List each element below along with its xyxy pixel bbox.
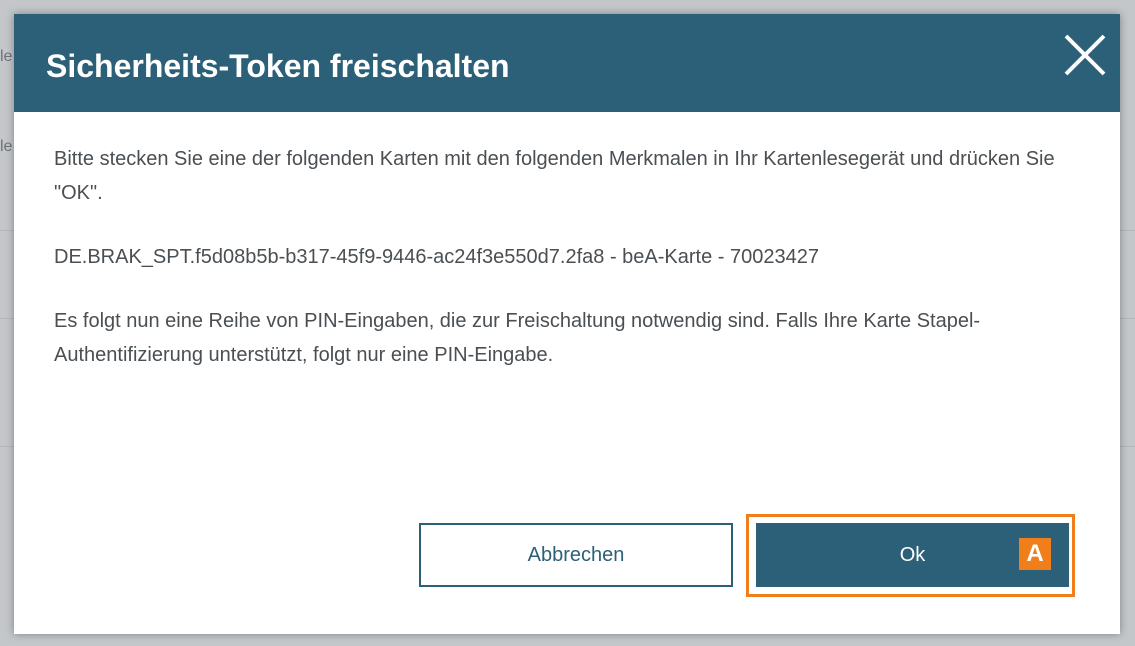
close-icon	[1064, 34, 1106, 76]
background-text-fragment: le	[0, 138, 13, 155]
background-text-fragment: le	[0, 48, 13, 65]
pin-info-text: Es folgt nun eine Reihe von PIN-Eingaben…	[54, 310, 981, 366]
instruction-text: Bitte stecken Sie eine der folgenden Kar…	[54, 148, 1055, 204]
dialog-body: Bitte stecken Sie eine der folgenden Kar…	[54, 142, 1084, 402]
card-identifier-text: DE.BRAK_SPT.f5d08b5b-b317-45f9-9446-ac24…	[54, 246, 819, 268]
annotation-badge: A	[1019, 538, 1051, 570]
cancel-button[interactable]: Abbrechen	[419, 523, 733, 587]
close-button[interactable]	[1058, 28, 1112, 82]
dialog-title: Sicherheits-Token freischalten	[46, 48, 510, 84]
dialog-header: Sicherheits-Token freischalten	[14, 14, 1120, 112]
